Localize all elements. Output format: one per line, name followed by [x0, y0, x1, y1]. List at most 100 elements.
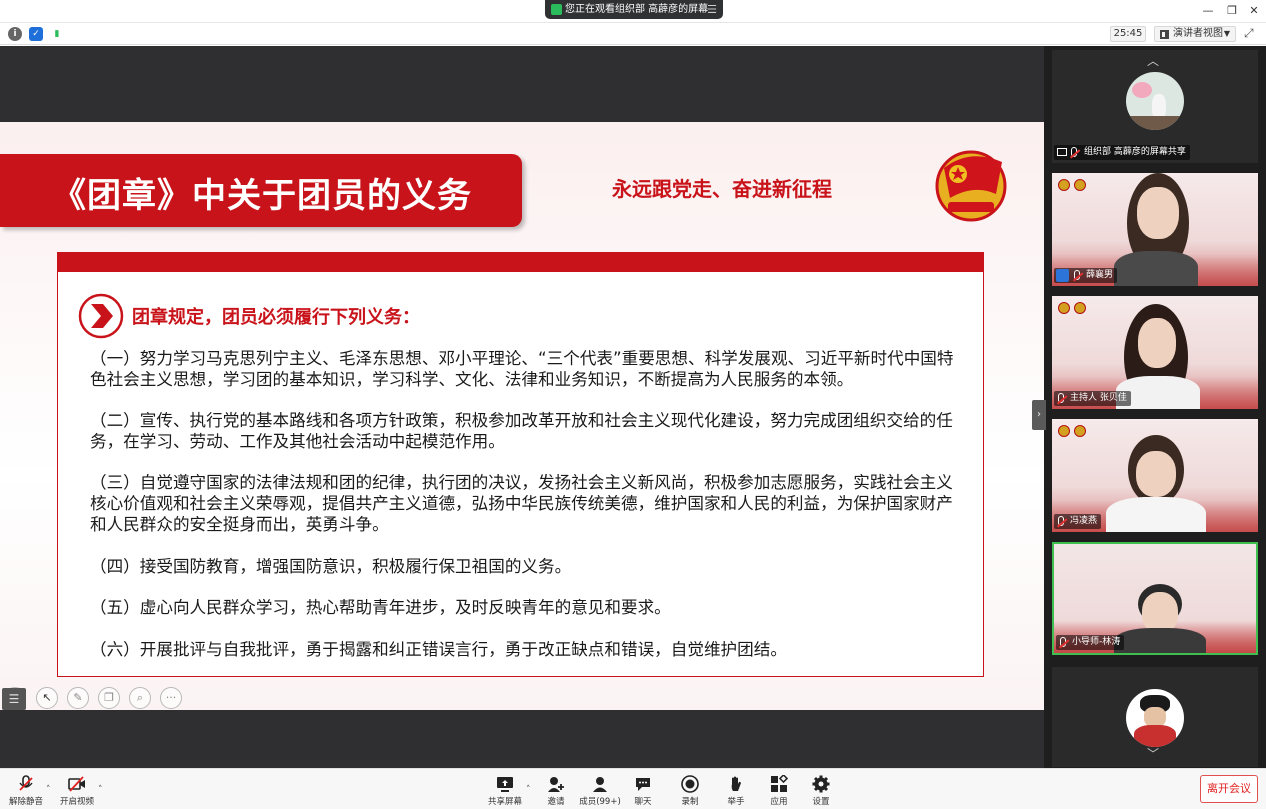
zoom-icon[interactable]: ⌕	[129, 687, 151, 709]
list-icon[interactable]: ☰	[2, 688, 26, 710]
gear-icon	[812, 775, 830, 793]
invite-button[interactable]: 邀请	[532, 775, 580, 807]
more-icon[interactable]: ···	[160, 687, 182, 709]
info-icon[interactable]: i	[8, 27, 22, 41]
unmute-label: 解除静音	[8, 797, 43, 807]
annotation-toolbar: ‹ ↖ ✎ ❐ ⌕ ···	[0, 680, 200, 710]
participant-video	[1114, 251, 1198, 286]
title-bar: 您正在观看组织部 高薜彦的屏幕 ☰ — ❐ ✕	[0, 0, 1266, 23]
participant-name-label: 冯凌燕	[1054, 514, 1102, 529]
apps-button[interactable]: 应用	[755, 775, 803, 807]
view-mode-dropdown[interactable]: 演讲者视图 ▼	[1154, 26, 1236, 42]
copy-icon[interactable]: ❐	[98, 687, 120, 709]
chevron-up-icon[interactable]: ˄	[526, 785, 531, 795]
close-button[interactable]: ✕	[1244, 3, 1264, 19]
content-header-bar	[58, 253, 983, 272]
muted-mic-icon	[1058, 516, 1064, 526]
avatar	[1126, 689, 1184, 747]
apps-icon	[771, 775, 788, 792]
screen-share-banner-text: 您正在观看组织部 高薜彦的屏幕	[565, 4, 709, 15]
fullscreen-icon[interactable]: ⤢	[1244, 26, 1254, 41]
duty-item: （二）宣传、执行党的基本路线和各项方针政策，积极参加改革开放和社会主义现代化建设…	[90, 411, 953, 451]
settings-button[interactable]: 设置	[797, 775, 845, 807]
meeting-toolbar: i ✓ ▮ 25:45 演讲者视图 ▼	[0, 23, 1266, 45]
duty-item: （六）开展批评与自我批评，勇于揭露和纠正错误言行，勇于改正缺点和错误，自觉维护团…	[90, 640, 787, 659]
mic-icon	[1060, 637, 1066, 647]
pen-icon[interactable]: ✎	[67, 687, 89, 709]
invite-label: 邀请	[547, 797, 565, 807]
participant-tile[interactable]: 冯凌燕	[1052, 419, 1258, 532]
chevron-down-icon[interactable]: ﹀	[1147, 745, 1159, 762]
panel-collapse-handle[interactable]: ›	[1032, 400, 1046, 430]
chevron-up-icon[interactable]: ˄	[46, 785, 51, 795]
raise-hand-button[interactable]: 举手	[712, 775, 760, 807]
duty-item: （一）努力学习马克思列宁主义、毛泽东思想、邓小平理论、“三个代表”重要思想、科学…	[90, 349, 954, 389]
user-icon	[1056, 269, 1069, 282]
signal-strength-icon[interactable]: ▮	[50, 27, 64, 41]
chevron-right-icon	[78, 293, 124, 339]
apps-label: 应用	[770, 797, 788, 807]
participant-tile[interactable]: 薛襄男	[1052, 173, 1258, 286]
league-badge-icon	[1058, 179, 1070, 191]
chat-icon	[636, 778, 650, 791]
record-button[interactable]: 录制	[666, 775, 714, 807]
record-icon	[681, 775, 699, 793]
participant-name-label: 薛襄男	[1054, 268, 1118, 283]
participant-name-label: 主持人 张贝佳	[1054, 391, 1131, 406]
slide-title-banner: 《团章》中关于团员的义务	[0, 154, 522, 227]
muted-mic-icon	[19, 775, 33, 791]
league-badge-icon	[1058, 302, 1070, 314]
record-label: 录制	[681, 797, 699, 807]
layout-icon	[1160, 30, 1169, 39]
members-label: 成员(99+)	[579, 797, 621, 807]
start-video-button[interactable]: 开启视频	[53, 775, 101, 807]
chevron-up-icon[interactable]: ˄	[98, 785, 103, 795]
leave-meeting-button[interactable]: 离开会议	[1200, 775, 1258, 803]
slide-slogan: 永远跟党走、奋进新征程	[612, 177, 832, 201]
chat-button[interactable]: 聊天	[619, 775, 667, 807]
participant-video	[1136, 451, 1176, 497]
restore-button[interactable]: ❐	[1222, 3, 1242, 19]
screen-share-banner[interactable]: 您正在观看组织部 高薜彦的屏幕 ☰	[545, 0, 723, 19]
screen-share-icon	[1057, 148, 1067, 156]
settings-label: 设置	[812, 797, 830, 807]
meeting-window: 您正在观看组织部 高薜彦的屏幕 ☰ — ❐ ✕ i ✓ ▮ 25:45 演讲者视…	[0, 0, 1266, 809]
chat-label: 聊天	[634, 797, 652, 807]
chevron-up-icon[interactable]: ︿	[1147, 52, 1159, 69]
league-badge-icon	[1074, 179, 1086, 191]
section-heading: 团章规定，团员必须履行下列义务：	[132, 307, 420, 328]
muted-mic-icon	[1074, 270, 1080, 280]
league-badge-icon	[1074, 302, 1086, 314]
pointer-icon[interactable]: ↖	[36, 687, 58, 709]
unmute-button[interactable]: 解除静音	[2, 775, 50, 807]
participant-video	[1106, 497, 1206, 532]
share-screen-button[interactable]: 共享屏幕	[481, 775, 529, 807]
meeting-timer: 25:45	[1110, 26, 1146, 42]
participant-video	[1138, 318, 1176, 368]
league-badge-icon	[1074, 425, 1086, 437]
slide-title: 《团章》中关于团员的义务	[52, 176, 472, 216]
participant-tile[interactable]: ︿ 组织部 高薜彦的屏幕共享	[1052, 50, 1258, 163]
screen-share-icon	[551, 4, 562, 15]
share-screen-label: 共享屏幕	[487, 797, 522, 807]
active-speaker-tile[interactable]: 小导师-林涛	[1052, 542, 1258, 655]
members-button[interactable]: 成员(99+)	[576, 775, 624, 807]
video-off-icon	[68, 776, 85, 792]
raise-hand-label: 举手	[727, 797, 745, 807]
share-screen-icon	[497, 777, 513, 792]
participant-name-label: 组织部 高薜彦的屏幕共享	[1054, 145, 1190, 160]
participant-tile[interactable]: ﹀	[1052, 667, 1258, 767]
duty-item: （四）接受国防教育，增强国防意识，积极履行保卫祖国的义务。	[90, 557, 572, 576]
participant-tile[interactable]: 主持人 张贝佳	[1052, 296, 1258, 409]
banner-menu-icon[interactable]: ☰	[707, 0, 717, 19]
muted-mic-icon	[1058, 393, 1064, 403]
participant-video	[1114, 628, 1206, 653]
security-shield-icon[interactable]: ✓	[29, 27, 43, 41]
minimize-button[interactable]: —	[1198, 3, 1218, 19]
duty-item: （三）自觉遵守国家的法律法规和团的纪律，执行团的决议，发扬社会主义新风尚，积极参…	[90, 473, 953, 534]
muted-mic-icon	[1071, 147, 1077, 157]
shared-screen-area: 《团章》中关于团员的义务 永远跟党走、奋进新征程 团章规定，团员必须履行下列义务…	[0, 46, 1044, 768]
league-badge-icon	[1058, 425, 1070, 437]
participant-name-label: 小导师-林涛	[1056, 635, 1125, 650]
presentation-slide: 《团章》中关于团员的义务 永远跟党走、奋进新征程 团章规定，团员必须履行下列义务…	[0, 122, 1044, 710]
